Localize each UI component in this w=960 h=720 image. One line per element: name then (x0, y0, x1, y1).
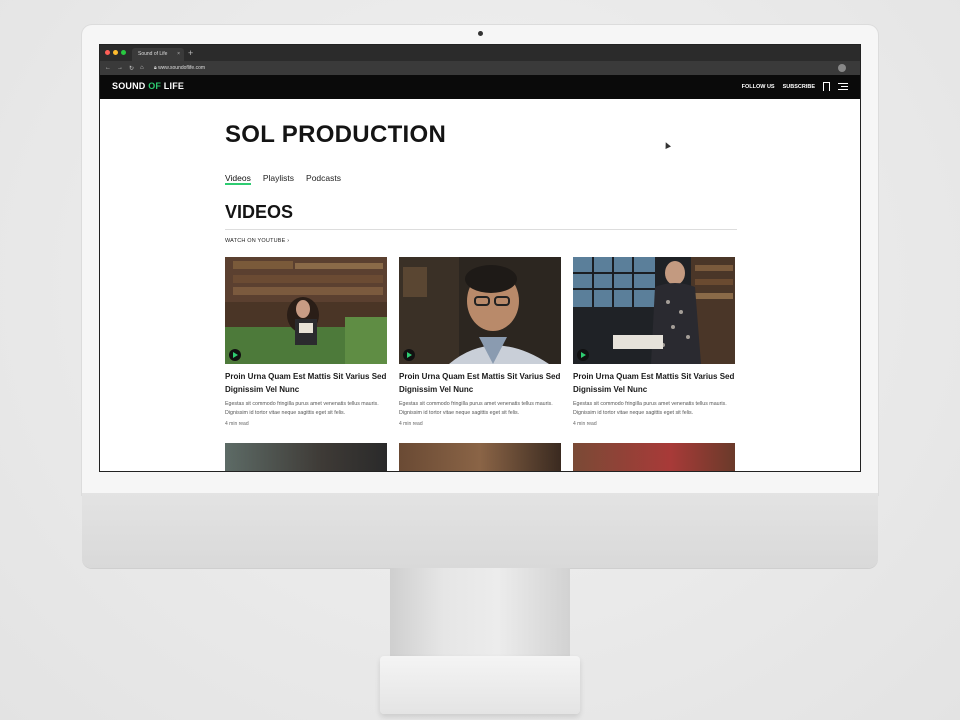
main-content: SOL PRODUCTION Videos Playlists Podcasts… (225, 121, 737, 471)
header-nav: FOLLOW US SUBSCRIBE (742, 82, 848, 91)
profile-avatar[interactable] (838, 64, 846, 72)
video-thumbnail[interactable] (573, 443, 735, 471)
address-bar[interactable]: 🔒︎ www.soundoflife.com (154, 64, 824, 73)
subscribe-link[interactable]: SUBSCRIBE (783, 84, 815, 90)
url-text: www.soundoflife.com (158, 65, 206, 71)
lock-icon: 🔒︎ (154, 65, 157, 71)
browser-tab[interactable]: Sound of Life × (132, 48, 184, 61)
monitor-base (380, 656, 580, 714)
new-tab-button[interactable]: + (188, 48, 193, 58)
video-card[interactable]: Proin Urna Quam Est Mattis Sit Varius Se… (225, 257, 387, 427)
browser-toolbar: ← → ↻ ⌂ 🔒︎ www.soundoflife.com (100, 61, 860, 75)
close-window-button[interactable] (105, 50, 110, 55)
logo-word-life: LIFE (161, 81, 185, 91)
video-description: Egestas sit commodo fringilla purus amet… (399, 401, 553, 416)
video-card[interactable]: Proin Urna Quam Est Mattis Sit Varius Se… (573, 257, 735, 427)
logo-word-sound: SOUND (112, 81, 149, 91)
logo-mark: OF (148, 81, 162, 91)
video-thumbnail[interactable] (225, 443, 387, 471)
video-description: Egestas sit commodo fringilla purus amet… (573, 401, 727, 416)
monitor-chin (82, 493, 878, 568)
maximize-window-button[interactable] (121, 50, 126, 55)
site-logo[interactable]: SOUND OF LIFE (112, 81, 184, 91)
divider (225, 229, 737, 230)
back-icon[interactable]: ← (105, 65, 111, 71)
video-title[interactable]: Proin Urna Quam Est Mattis Sit Varius Se… (225, 371, 387, 396)
menu-icon[interactable] (838, 83, 848, 90)
reload-icon[interactable]: ↻ (129, 65, 134, 72)
video-title[interactable]: Proin Urna Quam Est Mattis Sit Varius Se… (399, 371, 561, 396)
camera-icon (478, 31, 483, 36)
read-time: 4 min read (399, 421, 423, 427)
bookmark-icon[interactable] (823, 82, 830, 91)
window-controls (105, 50, 126, 55)
video-thumbnail[interactable] (573, 257, 735, 364)
play-icon[interactable] (229, 349, 241, 361)
follow-us-link[interactable]: FOLLOW US (742, 84, 775, 90)
video-grid-row-2 (225, 443, 737, 471)
section-tabs: Videos Playlists Podcasts (225, 173, 737, 185)
video-thumbnail[interactable] (399, 443, 561, 471)
video-card[interactable]: Proin Urna Quam Est Mattis Sit Varius Se… (399, 257, 561, 427)
video-title[interactable]: Proin Urna Quam Est Mattis Sit Varius Se… (573, 371, 735, 396)
video-description: Egestas sit commodo fringilla purus amet… (225, 401, 379, 416)
screen: Sound of Life × + ← → ↻ ⌂ 🔒︎ www.soundof… (99, 44, 861, 472)
tab-podcasts[interactable]: Podcasts (306, 173, 341, 183)
browser-tab-strip: Sound of Life × + (100, 45, 860, 61)
play-icon[interactable] (403, 349, 415, 361)
tab-playlists[interactable]: Playlists (263, 173, 294, 183)
video-thumbnail[interactable] (399, 257, 561, 364)
section-title: VIDEOS (225, 202, 294, 222)
tab-close-icon[interactable]: × (177, 48, 180, 61)
site-header: SOUND OF LIFE FOLLOW US SUBSCRIBE (100, 75, 860, 99)
video-thumbnail[interactable] (225, 257, 387, 364)
minimize-window-button[interactable] (113, 50, 118, 55)
monitor-stand (390, 568, 570, 658)
read-time: 4 min read (225, 421, 249, 427)
tab-title: Sound of Life (138, 51, 168, 57)
forward-icon[interactable]: → (117, 65, 123, 71)
watch-on-youtube-link[interactable]: WATCH ON YOUTUBE › (225, 238, 737, 244)
tab-videos[interactable]: Videos (225, 173, 251, 185)
page-title: SOL PRODUCTION (225, 121, 447, 148)
video-grid: Proin Urna Quam Est Mattis Sit Varius Se… (225, 257, 737, 427)
chevron-right-icon: › (287, 238, 290, 244)
watch-link-label: WATCH ON YOUTUBE (225, 238, 286, 244)
home-icon[interactable]: ⌂ (140, 65, 144, 71)
read-time: 4 min read (573, 421, 597, 427)
play-icon[interactable] (577, 349, 589, 361)
